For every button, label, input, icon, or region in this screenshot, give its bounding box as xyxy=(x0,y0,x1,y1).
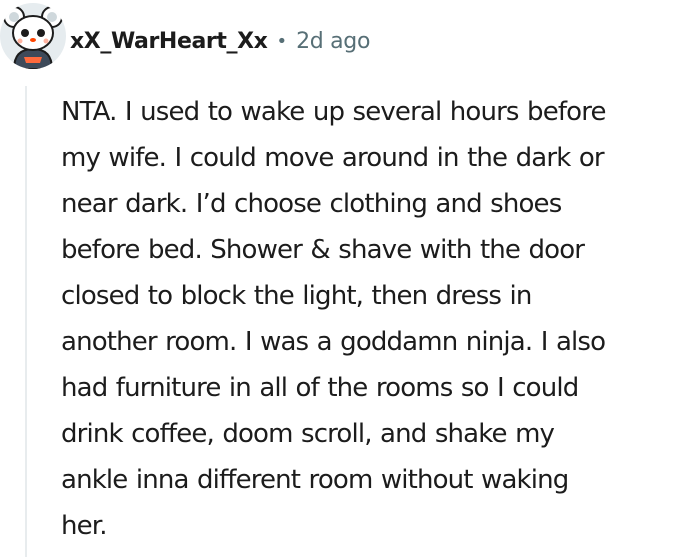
meta-separator: • xyxy=(276,30,288,52)
user-avatar[interactable] xyxy=(0,3,66,69)
comment-body-line: ankle inna different room without waking xyxy=(61,465,569,495)
comment-body-line: before bed. Shower & shave with the door xyxy=(61,235,585,265)
comment-body-line: her. xyxy=(61,511,108,541)
comment-body-line: closed to block the light, then dress in xyxy=(61,281,532,311)
comment-body-line: near dark. I’d choose clothing and shoes xyxy=(61,189,562,219)
comment-body-line: another room. I was a goddamn ninja. I a… xyxy=(61,327,606,357)
comment-body-line: my wife. I could move around in the dark… xyxy=(61,143,605,173)
reddit-snoo-avatar-icon xyxy=(3,6,63,69)
comment-meta: xX_WarHeart_Xx • 2d ago xyxy=(70,24,370,58)
thread-line[interactable] xyxy=(25,86,27,557)
comment-body-line: NTA. I used to wake up several hours bef… xyxy=(61,97,606,127)
username-link[interactable]: xX_WarHeart_Xx xyxy=(70,29,268,54)
comment-body-line: had furniture in all of the rooms so I c… xyxy=(61,373,579,403)
comment-body-line: drink coffee, doom scroll, and shake my xyxy=(61,419,555,449)
comment-timestamp[interactable]: 2d ago xyxy=(296,29,370,54)
comment: xX_WarHeart_Xx • 2d ago NTA. I used to w… xyxy=(0,0,700,557)
comment-body: NTA. I used to wake up several hours bef… xyxy=(61,89,695,549)
